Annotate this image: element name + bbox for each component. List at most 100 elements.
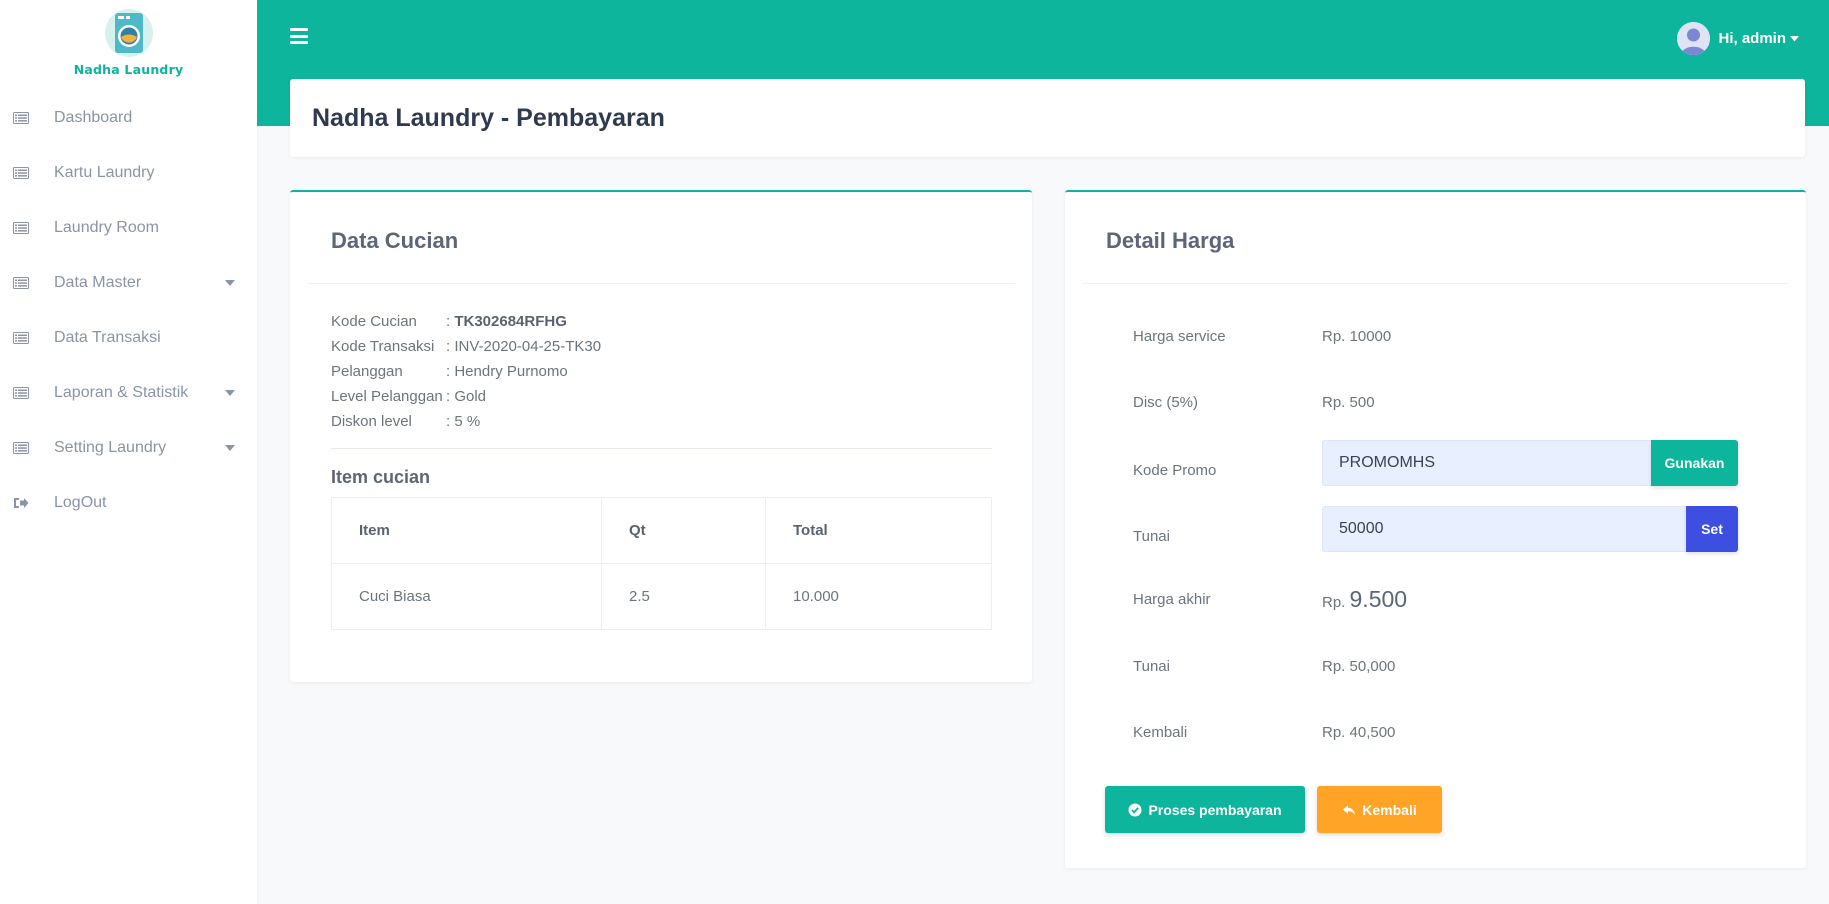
info-label: Diskon level [331, 413, 412, 430]
sidebar-item-label: Data Master [54, 273, 142, 291]
table-header-row: Item Qt Total [331, 497, 992, 564]
user-greeting: Hi, admin [1718, 30, 1786, 47]
sidebar-item-logout[interactable]: LogOut [0, 475, 257, 530]
check-circle-icon [1128, 803, 1142, 817]
sidebar-item-label: Laporan & Statistik [54, 383, 189, 401]
button-label: Kembali [1362, 801, 1417, 818]
tunai-input[interactable] [1322, 506, 1686, 552]
card-title: Data Cucian [331, 228, 459, 253]
sidebar-item-label: LogOut [54, 493, 107, 511]
list-icon [13, 441, 29, 454]
card-title: Detail Harga [1106, 228, 1235, 253]
list-icon [13, 331, 29, 344]
sign-out-icon [13, 497, 29, 509]
caret-down-icon [225, 389, 235, 396]
user-menu[interactable]: Hi, admin [1677, 22, 1799, 55]
sidebar-item-laundry-room[interactable]: Laundry Room [0, 200, 257, 255]
info-label: Kode Transaksi [331, 338, 435, 355]
list-icon [13, 111, 29, 124]
price-row-harga-akhir: Harga akhir Rp. 9.500 [1133, 586, 1738, 613]
divider [331, 448, 992, 449]
list-icon [13, 276, 29, 289]
currency-prefix: Rp. [1322, 594, 1346, 611]
pelanggan-value: Hendry Purnomo [454, 363, 568, 380]
caret-down-icon [1790, 35, 1799, 42]
sidebar-item-data-master[interactable]: Data Master [0, 255, 257, 310]
proses-pembayaran-button[interactable]: Proses pembayaran [1105, 786, 1305, 833]
page-title: Nadha Laundry - Pembayaran [312, 103, 665, 132]
list-icon [13, 166, 29, 179]
kembali-button[interactable]: Kembali [1317, 786, 1442, 833]
price-row-harga-service: Harga service Rp. 10000 [1133, 328, 1738, 345]
column-header-item: Item [331, 497, 602, 564]
disc-value: Rp. 500 [1322, 394, 1375, 411]
column-header-qt: Qt [601, 497, 766, 564]
laundry-info-list: Kode Cucian : TK302684RFHG Kode Transaks… [331, 309, 601, 434]
sidebar-item-kartu-laundry[interactable]: Kartu Laundry [0, 145, 257, 200]
hamburger-menu-icon[interactable] [290, 28, 308, 44]
table-cell-item: Cuci Biasa [331, 563, 602, 630]
price-row-tunai-input: Tunai Set [1133, 506, 1738, 552]
page-header: Nadha Laundry - Pembayaran [290, 79, 1805, 157]
sidebar-item-setting-laundry[interactable]: Setting Laundry [0, 420, 257, 475]
promo-code-input[interactable] [1322, 440, 1651, 486]
sidebar-item-laporan-statistik[interactable]: Laporan & Statistik [0, 365, 257, 420]
sidebar-item-label: Laundry Room [54, 218, 159, 236]
caret-down-icon [225, 444, 235, 451]
info-label: Pelanggan [331, 363, 403, 380]
caret-down-icon [225, 279, 235, 286]
price-label: Disc (5%) [1133, 394, 1199, 411]
items-table: Item Qt Total Cuci Biasa 2.5 10.000 [331, 497, 992, 630]
gunakan-button[interactable]: Gunakan [1651, 440, 1738, 486]
divider [1082, 283, 1789, 284]
harga-service-value: Rp. 10000 [1322, 328, 1392, 345]
price-row-kode-promo: Kode Promo Gunakan [1133, 440, 1738, 486]
info-value: : TK302684RFHG [446, 309, 567, 334]
data-cucian-card: Data Cucian Kode Cucian : TK302684RFHG K… [290, 190, 1032, 682]
sidebar-item-dashboard[interactable]: Dashboard [0, 90, 257, 145]
brand[interactable]: Nadha Laundry [0, 0, 257, 90]
info-row-level-pelanggan: Level Pelanggan : Gold [331, 384, 601, 409]
button-label: Proses pembayaran [1148, 801, 1282, 818]
kode-cucian-value: TK302684RFHG [454, 313, 567, 330]
info-label: Level Pelanggan [331, 388, 443, 405]
info-value: : Gold [446, 384, 486, 409]
list-icon [13, 386, 29, 399]
sidebar-item-label: Dashboard [54, 108, 133, 126]
kembali-value: Rp. 40,500 [1322, 724, 1396, 741]
tunai-value: Rp. 50,000 [1322, 658, 1396, 675]
detail-harga-card: Detail Harga Harga service Rp. 10000 Dis… [1065, 190, 1806, 868]
action-buttons: Proses pembayaran Kembali [1105, 786, 1442, 833]
table-cell-total: 10.000 [765, 563, 992, 630]
info-row-kode-cucian: Kode Cucian : TK302684RFHG [331, 309, 601, 334]
diskon-level-value: 5 % [454, 413, 481, 430]
kode-transaksi-value: INV-2020-04-25-TK30 [454, 338, 602, 355]
washing-machine-logo [104, 9, 153, 57]
info-label: Kode Cucian [331, 313, 417, 330]
promo-input-group: Gunakan [1322, 440, 1738, 486]
items-title: Item cucian [331, 467, 431, 487]
level-pelanggan-value: Gold [454, 388, 487, 405]
sidebar-item-label: Data Transaksi [54, 328, 161, 346]
brand-name: Nadha Laundry [73, 62, 184, 77]
sidebar-item-label: Kartu Laundry [54, 163, 155, 181]
info-value: : 5 % [446, 409, 480, 434]
price-label: Tunai [1133, 527, 1170, 545]
harga-akhir-value: Rp. 9.500 [1322, 586, 1738, 613]
list-icon [13, 221, 29, 234]
harga-akhir-amount: 9.500 [1349, 586, 1408, 612]
price-row-disc: Disc (5%) Rp. 500 [1133, 394, 1738, 411]
info-row-diskon-level: Diskon level : 5 % [331, 409, 601, 434]
set-button[interactable]: Set [1686, 506, 1738, 552]
price-row-kembali: Kembali Rp. 40,500 [1133, 724, 1738, 741]
table-cell-qt: 2.5 [601, 563, 766, 630]
sidebar: Nadha Laundry Dashboard Kartu Laundry La… [0, 0, 257, 904]
divider [307, 283, 1015, 284]
table-row: Cuci Biasa 2.5 10.000 [331, 563, 992, 630]
sidebar-nav: Dashboard Kartu Laundry Laundry Room Dat… [0, 90, 257, 530]
price-label: Tunai [1133, 658, 1170, 675]
reply-icon [1342, 803, 1356, 817]
tunai-input-group: Set [1322, 506, 1738, 552]
info-value: : INV-2020-04-25-TK30 [446, 334, 601, 359]
sidebar-item-data-transaksi[interactable]: Data Transaksi [0, 310, 257, 365]
